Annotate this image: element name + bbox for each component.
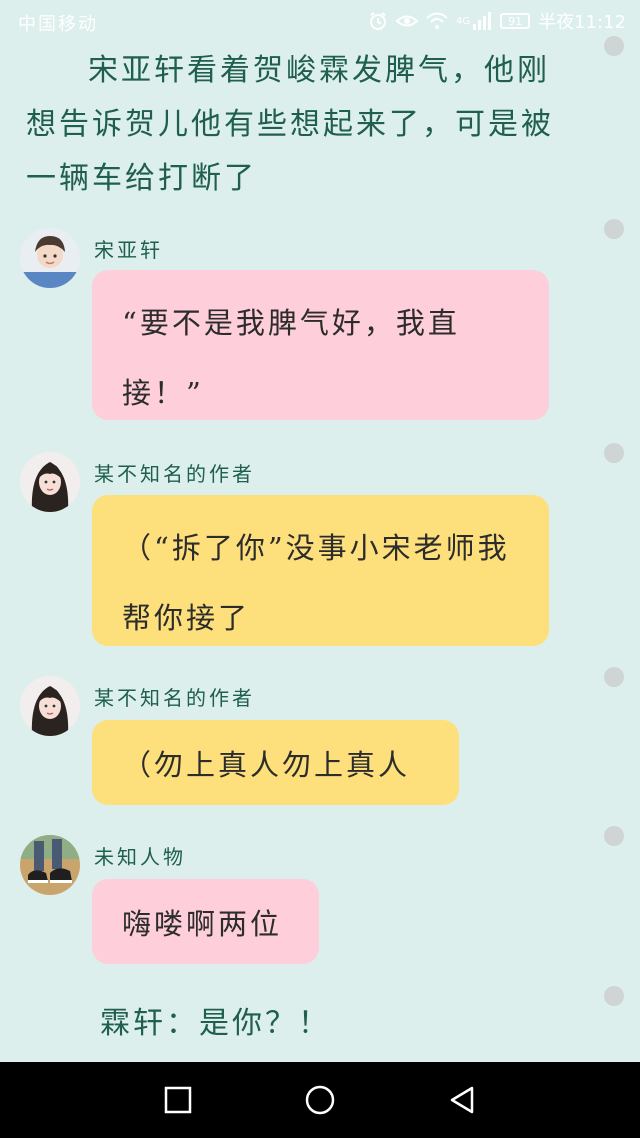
message-text: “要不是我脾气好，我直接！” (122, 306, 460, 410)
back-triangle-icon[interactable] (444, 1082, 480, 1118)
scroll-dot (604, 219, 624, 239)
avatar-shoes-icon[interactable] (20, 835, 80, 895)
scroll-dot (604, 667, 624, 687)
scroll-dot (604, 36, 624, 56)
closing-dialogue: 霖轩：是你？！ (100, 1006, 331, 1041)
sender-name: 未知人物 (94, 845, 186, 869)
avatar-girl-icon[interactable] (20, 452, 80, 512)
scroll-dot (604, 986, 624, 1006)
message-bubble[interactable]: 嗨喽啊两位 (92, 879, 319, 964)
message-text: （勿上真人勿上真人 (122, 747, 411, 782)
clock: 半夜11:12 (538, 12, 626, 33)
message-bubble[interactable]: “要不是我脾气好，我直接！” (92, 270, 549, 420)
carrier-name: 中国移动 (18, 14, 98, 35)
status-icons: 4G 91 半夜11:12 (368, 8, 626, 34)
signal-label: 4G (456, 15, 471, 27)
message-bubble[interactable]: （“拆了你”没事小宋老师我帮你接了 (92, 495, 549, 646)
avatar-girl-icon[interactable] (20, 676, 80, 736)
message-text: （“拆了你”没事小宋老师我帮你接了 (122, 531, 510, 635)
message-bubble[interactable]: （勿上真人勿上真人 (92, 720, 459, 805)
sender-name: 某不知名的作者 (94, 686, 255, 710)
home-circle-icon[interactable] (302, 1082, 338, 1118)
avatar-boy-icon[interactable] (20, 228, 80, 288)
navigation-bar (0, 1062, 640, 1138)
recents-square-icon[interactable] (160, 1082, 196, 1118)
sender-name: 宋亚轩 (94, 238, 163, 262)
eye-comfort-icon (396, 12, 418, 30)
battery-level: 91 (508, 14, 523, 28)
narration-text: 宋亚轩看着贺峻霖发脾气，他刚想告诉贺儿他有些想起来了，可是被一辆车给打断了 (26, 53, 554, 196)
chat-story-screen: 中国移动 4G 91 半夜11:12 宋亚轩看着贺峻霖发脾气，他刚想告诉贺儿他有… (0, 0, 640, 1138)
scroll-dot (604, 443, 624, 463)
sender-name: 某不知名的作者 (94, 462, 255, 486)
scroll-dot (604, 826, 624, 846)
wifi-icon (426, 12, 448, 30)
signal-icon: 4G (456, 12, 492, 30)
message-text: 嗨喽啊两位 (122, 906, 283, 941)
alarm-icon (368, 11, 388, 31)
battery-icon: 91 (500, 13, 531, 29)
status-bar: 中国移动 4G 91 半夜11:12 (0, 0, 640, 44)
